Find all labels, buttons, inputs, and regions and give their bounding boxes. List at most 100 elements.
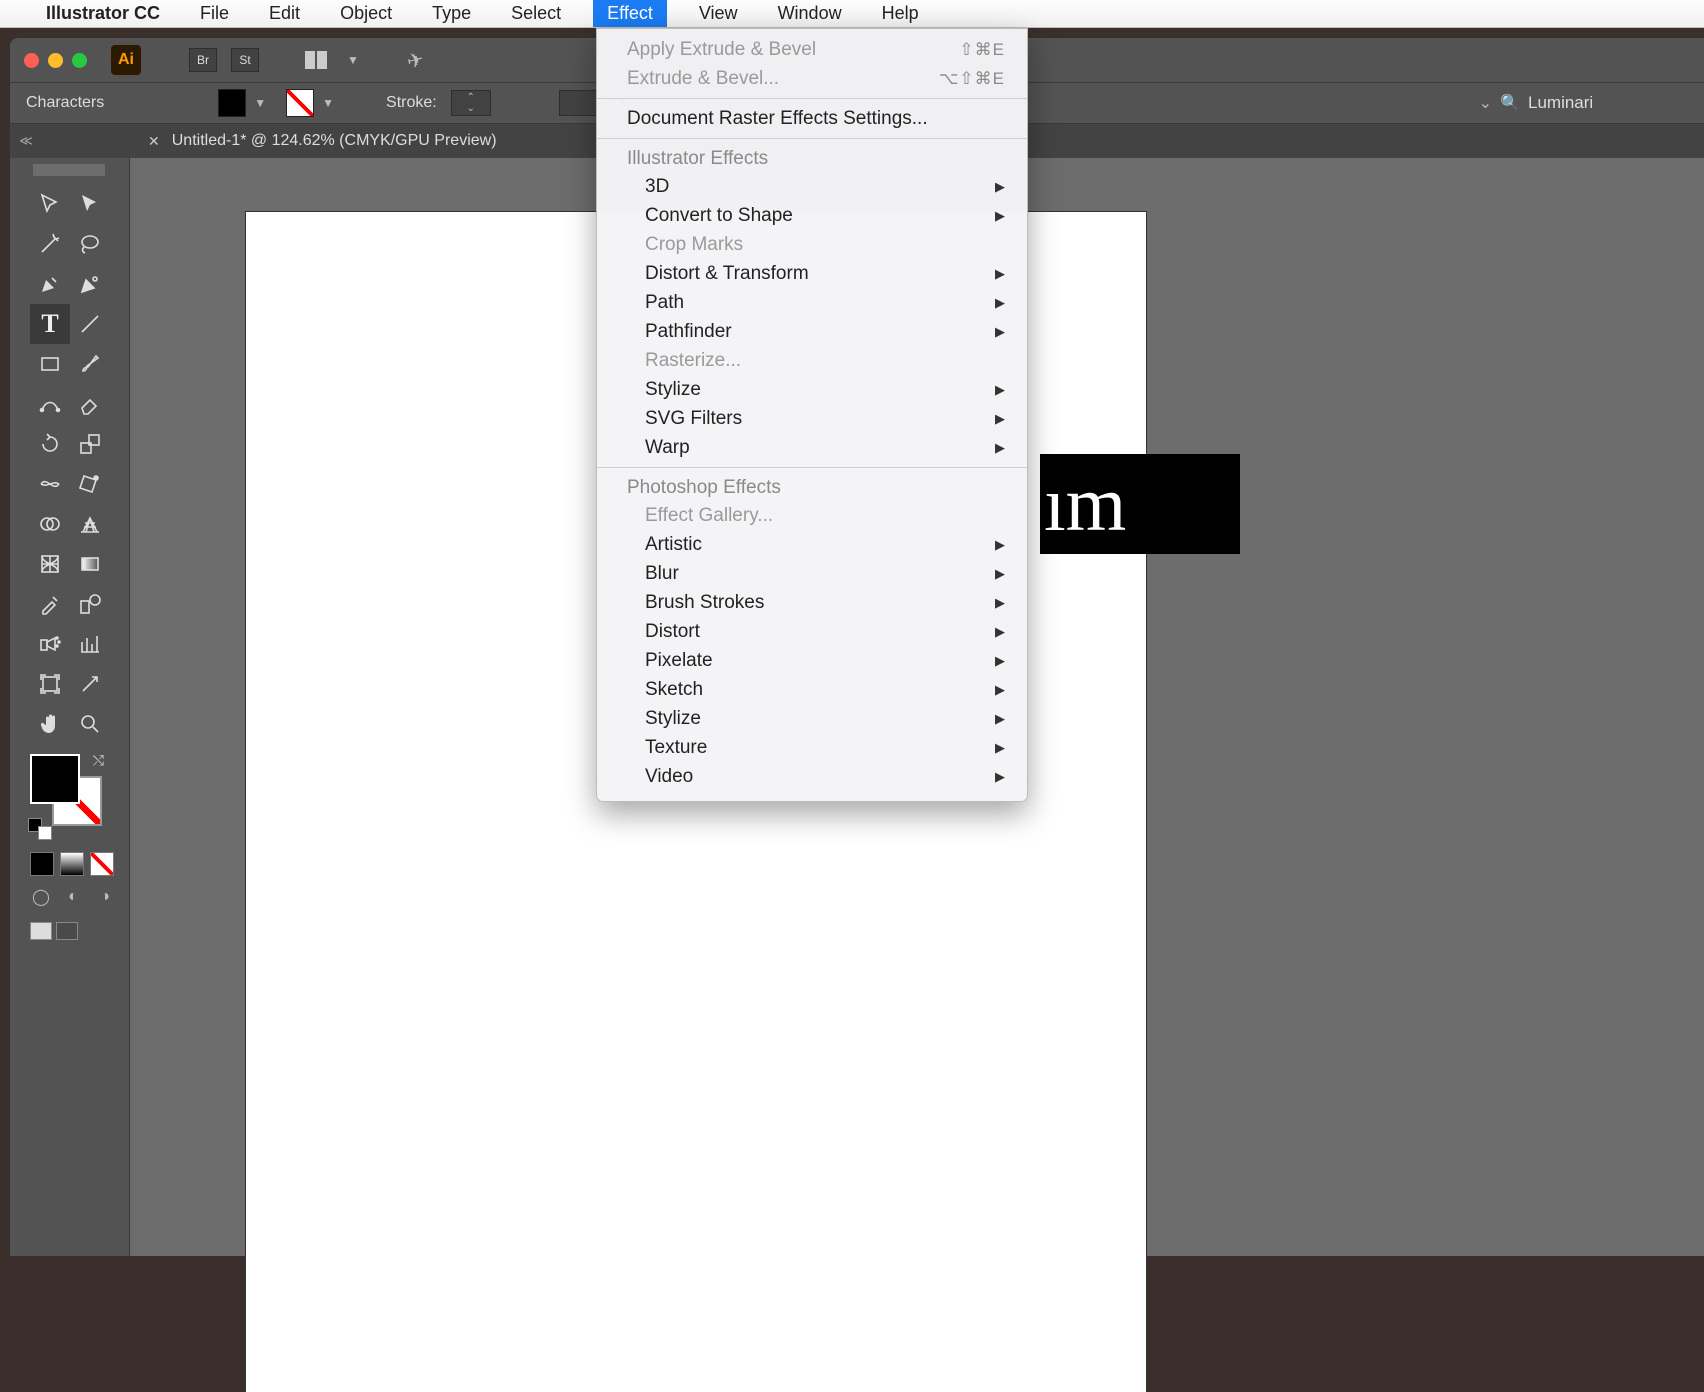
free-transform-tool[interactable] [70, 464, 110, 504]
menu-item-artistic[interactable]: Artistic▶ [597, 530, 1027, 559]
menu-apply-last-effect[interactable]: Apply Extrude & Bevel⇧⌘E [597, 35, 1027, 64]
symbol-sprayer-tool[interactable] [30, 624, 70, 664]
menu-effect[interactable]: Effect [593, 0, 667, 27]
minimize-window-icon[interactable] [48, 53, 63, 68]
submenu-arrow-icon: ▶ [995, 179, 1005, 195]
menu-item-crop-marks[interactable]: Crop Marks [597, 230, 1027, 259]
menu-item-3d[interactable]: 3D▶ [597, 172, 1027, 201]
menu-type[interactable]: Type [424, 0, 479, 27]
menu-item-rasterize-[interactable]: Rasterize... [597, 346, 1027, 375]
gradient-tool[interactable] [70, 544, 110, 584]
rotate-tool[interactable] [30, 424, 70, 464]
direct-selection-tool[interactable] [70, 184, 110, 224]
fill-caret-icon[interactable]: ▼ [248, 96, 272, 110]
magic-wand-tool[interactable] [30, 224, 70, 264]
tools-grip-icon[interactable] [33, 164, 105, 176]
slice-tool[interactable] [70, 664, 110, 704]
menu-item-stylize[interactable]: Stylize▶ [597, 704, 1027, 733]
document-tab-title: Untitled-1* @ 124.62% (CMYK/GPU Preview) [172, 132, 497, 150]
arrange-documents-icon[interactable] [305, 51, 327, 69]
menu-item-svg-filters[interactable]: SVG Filters▶ [597, 404, 1027, 433]
menu-item-brush-strokes[interactable]: Brush Strokes▶ [597, 588, 1027, 617]
panel-collapse-icon[interactable]: ≪ [10, 133, 42, 149]
artboard-tool[interactable] [30, 664, 70, 704]
menu-last-effect[interactable]: Extrude & Bevel...⌥⇧⌘E [597, 64, 1027, 93]
fill-indicator-icon[interactable] [30, 754, 80, 804]
paintbrush-tool[interactable] [70, 344, 110, 384]
menu-item-video[interactable]: Video▶ [597, 762, 1027, 791]
document-tab[interactable]: ✕ Untitled-1* @ 124.62% (CMYK/GPU Previe… [132, 124, 513, 158]
zoom-tool[interactable] [70, 704, 110, 744]
stroke-weight-field[interactable]: ⌃⌄ [451, 90, 491, 116]
curvature-tool[interactable] [70, 264, 110, 304]
menu-help[interactable]: Help [874, 0, 927, 27]
menu-item-distort-transform[interactable]: Distort & Transform▶ [597, 259, 1027, 288]
lasso-tool[interactable] [70, 224, 110, 264]
menu-doc-raster-settings[interactable]: Document Raster Effects Settings... [597, 104, 1027, 133]
menu-object[interactable]: Object [332, 0, 400, 27]
scale-tool[interactable] [70, 424, 110, 464]
mesh-tool[interactable] [30, 544, 70, 584]
close-window-icon[interactable] [24, 53, 39, 68]
default-stroke-icon[interactable] [38, 826, 52, 840]
bridge-button[interactable]: Br [189, 48, 217, 72]
close-tab-icon[interactable]: ✕ [148, 133, 160, 150]
line-segment-tool[interactable] [70, 304, 110, 344]
column-graph-tool[interactable] [70, 624, 110, 664]
swap-fill-stroke-icon[interactable]: ⤭ [93, 752, 104, 769]
blend-tool[interactable] [70, 584, 110, 624]
rectangle-tool[interactable] [30, 344, 70, 384]
eraser-tool[interactable] [70, 384, 110, 424]
color-mode-solid-icon[interactable] [30, 852, 54, 876]
color-mode-gradient-icon[interactable] [60, 852, 84, 876]
menu-item-blur[interactable]: Blur▶ [597, 559, 1027, 588]
draw-normal-icon[interactable]: ◯ [30, 886, 52, 908]
menu-view[interactable]: View [691, 0, 746, 27]
stroke-label[interactable]: Stroke: [386, 94, 437, 112]
menu-section-photoshop: Photoshop Effects [597, 473, 1027, 501]
shaper-tool[interactable] [30, 384, 70, 424]
color-mode-none-icon[interactable] [90, 852, 114, 876]
stroke-color-icon [286, 89, 314, 117]
font-search-input[interactable] [1528, 93, 1688, 113]
shortcut-label: ⇧⌘E [959, 40, 1005, 60]
menu-item-sketch[interactable]: Sketch▶ [597, 675, 1027, 704]
eyedropper-tool[interactable] [30, 584, 70, 624]
menu-item-pathfinder[interactable]: Pathfinder▶ [597, 317, 1027, 346]
draw-behind-icon[interactable]: ◐ [62, 886, 84, 908]
perspective-grid-tool[interactable] [70, 504, 110, 544]
stroke-swatch[interactable]: ▼ [286, 89, 340, 117]
text-object[interactable]: ım [1040, 454, 1240, 554]
menu-item-texture[interactable]: Texture▶ [597, 733, 1027, 762]
fill-stroke-indicator[interactable]: ⤭ [30, 754, 102, 826]
menu-app-name[interactable]: Illustrator CC [38, 0, 168, 27]
fill-swatch[interactable]: ▼ [218, 89, 272, 117]
stock-button[interactable]: St [231, 48, 259, 72]
menu-item-stylize[interactable]: Stylize▶ [597, 375, 1027, 404]
menu-item-path[interactable]: Path▶ [597, 288, 1027, 317]
menu-edit[interactable]: Edit [261, 0, 308, 27]
submenu-arrow-icon: ▶ [995, 682, 1005, 698]
menu-select[interactable]: Select [503, 0, 569, 27]
menu-item-convert-to-shape[interactable]: Convert to Shape▶ [597, 201, 1027, 230]
width-tool[interactable] [30, 464, 70, 504]
type-tool[interactable]: T [30, 304, 70, 344]
selection-tool[interactable] [30, 184, 70, 224]
gpu-rocket-icon[interactable]: ✈ [404, 46, 427, 74]
draw-inside-icon[interactable]: ◑ [94, 886, 116, 908]
shape-builder-tool[interactable] [30, 504, 70, 544]
menu-item-warp[interactable]: Warp▶ [597, 433, 1027, 462]
screen-mode-icon[interactable] [30, 922, 52, 940]
menu-item-pixelate[interactable]: Pixelate▶ [597, 646, 1027, 675]
zoom-window-icon[interactable] [72, 53, 87, 68]
stroke-caret-icon[interactable]: ▼ [316, 96, 340, 110]
menu-item-distort[interactable]: Distort▶ [597, 617, 1027, 646]
menu-file[interactable]: File [192, 0, 237, 27]
pen-tool[interactable] [30, 264, 70, 304]
font-caret-icon[interactable]: ⌄ [1479, 93, 1492, 113]
menu-effect-gallery[interactable]: Effect Gallery... [597, 501, 1027, 530]
arrange-caret-icon[interactable]: ▼ [341, 53, 365, 67]
menu-window[interactable]: Window [770, 0, 850, 27]
hand-tool[interactable] [30, 704, 70, 744]
screen-mode-row[interactable] [30, 922, 129, 940]
